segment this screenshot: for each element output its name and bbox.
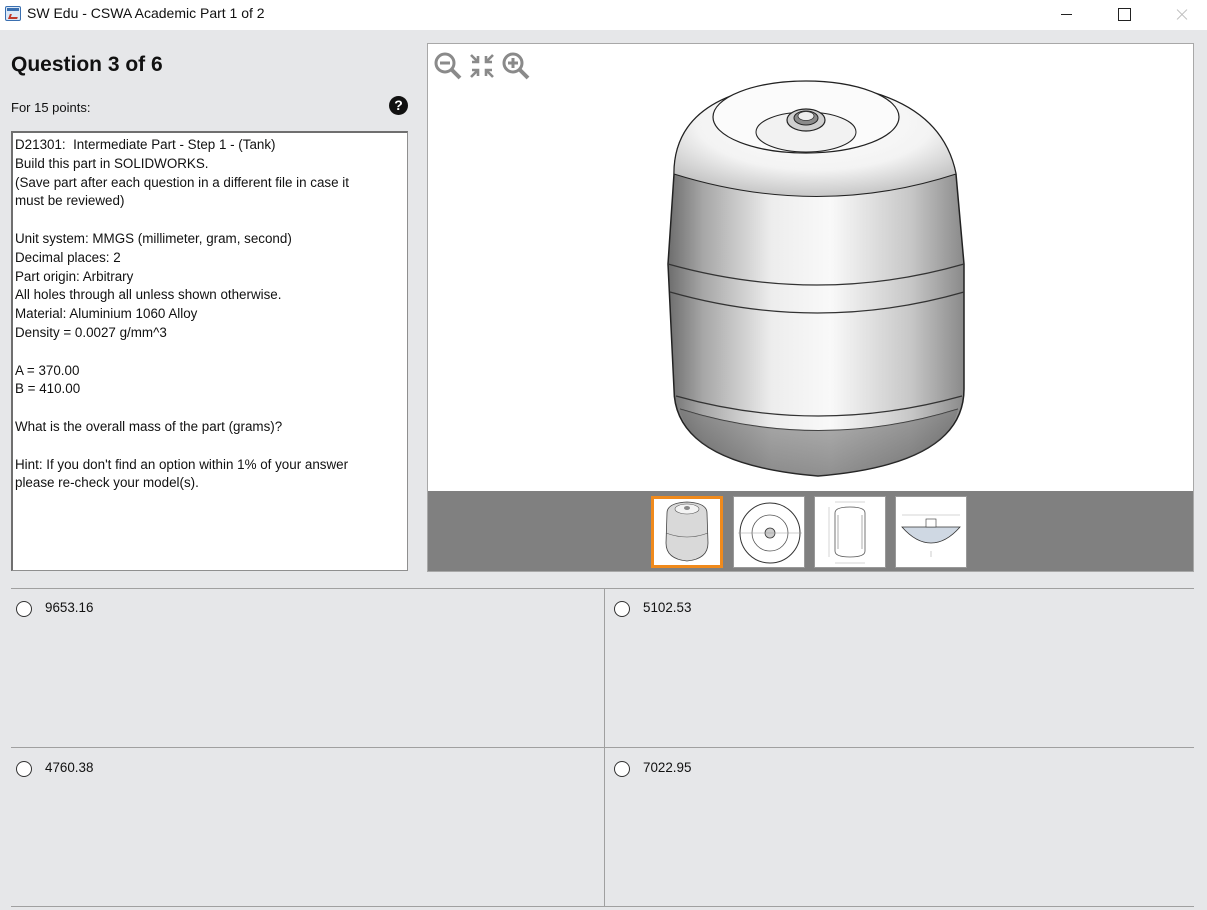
tank-detail-drawing-thumbnail[interactable] [895, 496, 967, 568]
tank-top-view-thumbnail[interactable] [733, 496, 805, 568]
zoom-out-icon[interactable] [434, 52, 462, 80]
answer-label-d: 7022.95 [643, 760, 692, 775]
window-title: SW Edu - CSWA Academic Part 1 of 2 [27, 5, 265, 21]
divider [11, 906, 1194, 907]
divider [604, 588, 605, 906]
model-viewer[interactable] [427, 43, 1194, 572]
minimize-button[interactable] [1043, 0, 1089, 30]
answer-label-b: 5102.53 [643, 600, 692, 615]
answer-option-b[interactable]: 5102.53 [609, 589, 1199, 739]
answer-radio-a[interactable] [16, 601, 32, 617]
answer-radio-d[interactable] [614, 761, 630, 777]
answer-radio-c[interactable] [16, 761, 32, 777]
divider [11, 747, 1194, 748]
tank-isometric-thumbnail[interactable] [651, 496, 723, 568]
model-canvas[interactable] [428, 44, 1193, 491]
title-bar: SW Edu - CSWA Academic Part 1 of 2 [0, 0, 1207, 30]
thumbnail-strip [428, 491, 1193, 571]
question-text-box[interactable]: D21301: Intermediate Part - Step 1 - (Ta… [11, 131, 408, 571]
answer-option-a[interactable]: 9653.16 [11, 589, 601, 739]
close-button[interactable] [1158, 0, 1204, 30]
answer-radio-b[interactable] [614, 601, 630, 617]
zoom-in-icon[interactable] [502, 52, 530, 80]
question-text: D21301: Intermediate Part - Step 1 - (Ta… [15, 137, 349, 491]
answer-options: 9653.16 5102.53 4760.38 7022.95 [11, 588, 1194, 908]
maximize-button[interactable] [1100, 0, 1146, 30]
question-number-title: Question 3 of 6 [11, 53, 163, 76]
app-window: SW Edu - CSWA Academic Part 1 of 2 Quest… [0, 0, 1207, 910]
points-label: For 15 points: [11, 100, 91, 115]
answer-label-c: 4760.38 [45, 760, 94, 775]
tank-model-render [667, 80, 965, 477]
answer-label-a: 9653.16 [45, 600, 94, 615]
zoom-toolbar [434, 52, 534, 80]
answer-option-d[interactable]: 7022.95 [609, 749, 1199, 899]
app-icon [5, 6, 21, 21]
tank-section-drawing-thumbnail[interactable] [814, 496, 886, 568]
answer-option-c[interactable]: 4760.38 [11, 749, 601, 899]
help-icon[interactable]: ? [389, 96, 408, 115]
fit-view-icon[interactable] [468, 52, 496, 80]
